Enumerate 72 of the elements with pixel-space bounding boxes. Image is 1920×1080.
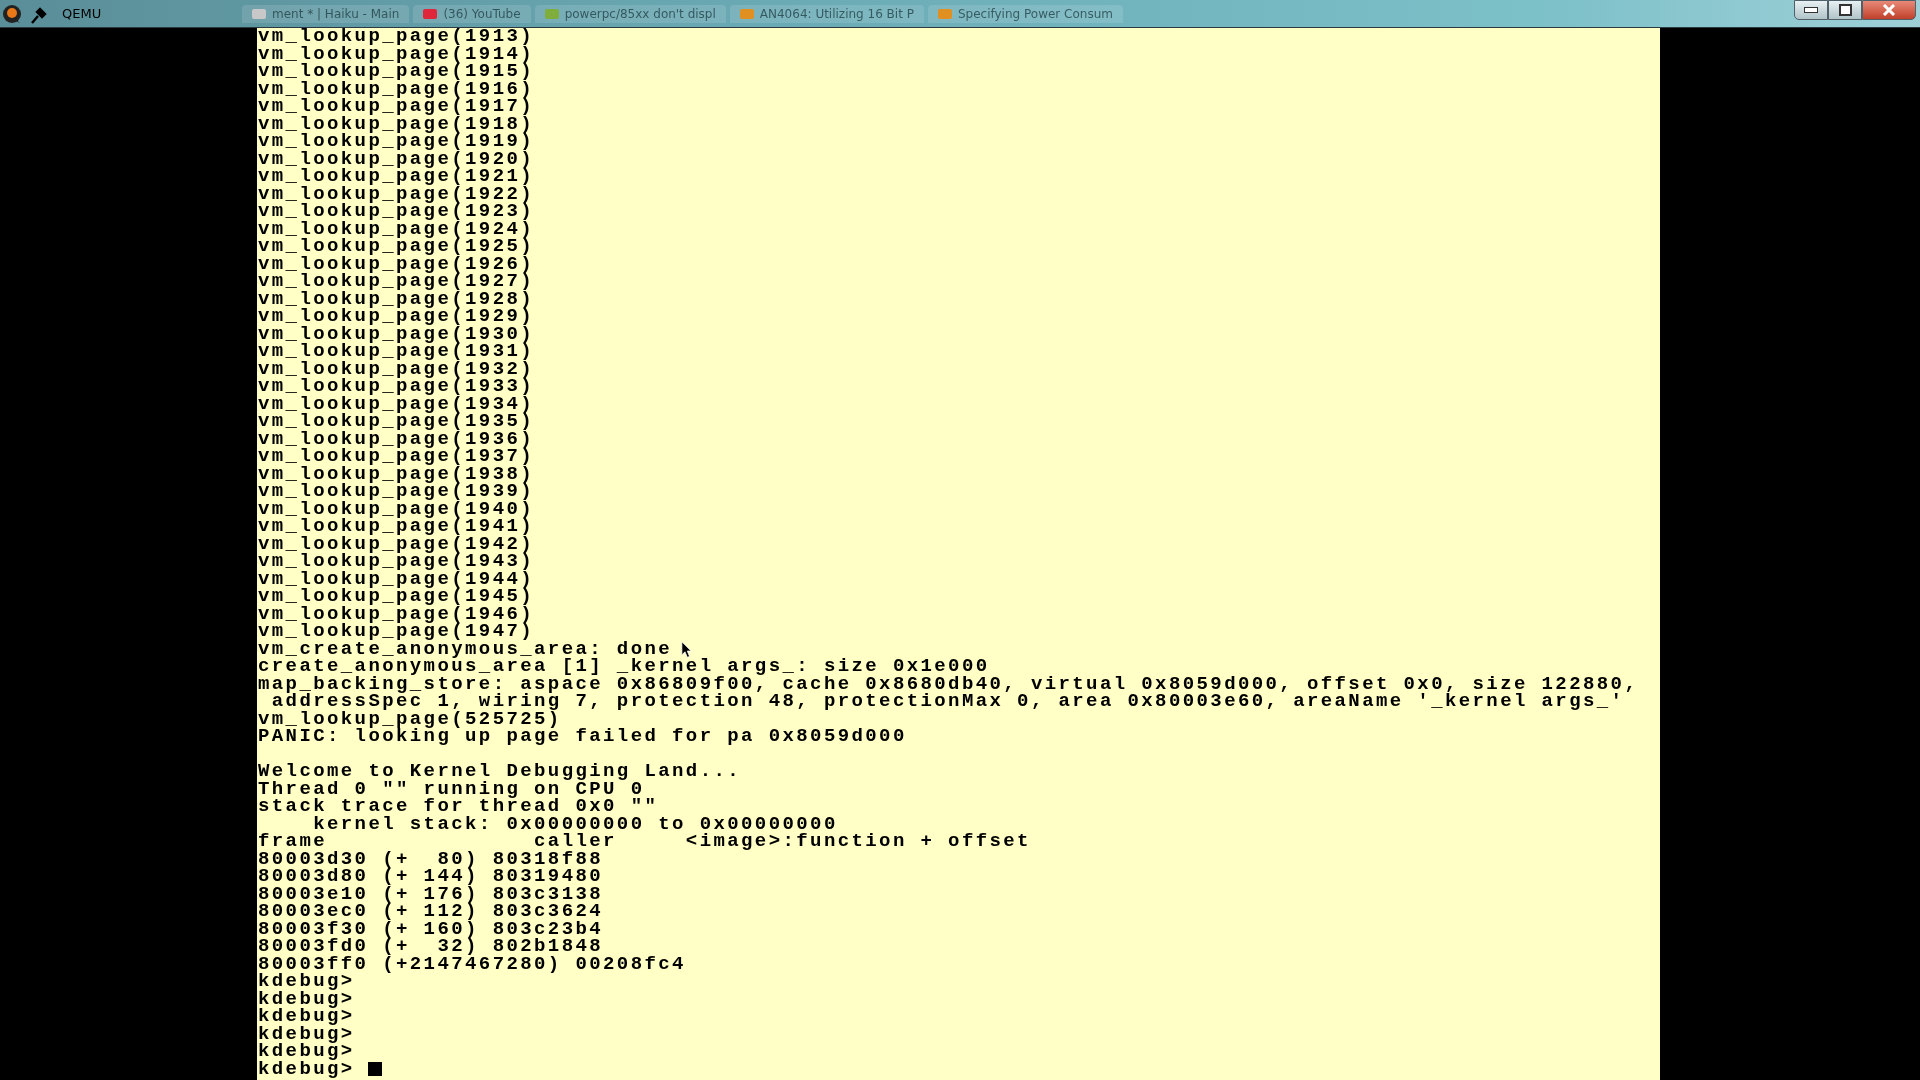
minimize-button[interactable] bbox=[1794, 0, 1828, 20]
console-line: vm_lookup_page(1919) bbox=[258, 133, 535, 151]
console-prompt: kdebug> bbox=[258, 1060, 356, 1078]
console-line: kdebug> bbox=[258, 990, 355, 1008]
console-line: vm_lookup_page(1920) bbox=[258, 150, 535, 168]
console-line: vm_lookup_page(1913) bbox=[258, 28, 535, 46]
console-line: vm_lookup_page(1923) bbox=[258, 203, 535, 221]
console-line: kernel stack: 0x00000000 to 0x00000000 bbox=[313, 815, 838, 833]
console-line: 80003e10 (+ 176) 803c3138 bbox=[258, 885, 604, 903]
close-button[interactable] bbox=[1862, 0, 1916, 20]
console-line: vm_lookup_page(1922) bbox=[258, 185, 535, 203]
console-line: 80003ec0 (+ 112) 803c3624 bbox=[258, 903, 604, 921]
console-line: vm_lookup_page(1931) bbox=[258, 343, 535, 361]
console-line: addressSpec 1, wiring 7, protection 48, protectionMax 0, area 0x80003e60, areaName '_kernel args_' bbox=[271, 693, 1625, 711]
console-line: vm_lookup_page(1941) bbox=[258, 518, 535, 536]
console-line: vm_lookup_page(1915) bbox=[258, 63, 535, 81]
console-line: vm_lookup_page(1939) bbox=[258, 483, 535, 501]
browser-tab[interactable]: Specifying Power Consum bbox=[927, 4, 1123, 23]
console-line: kdebug> bbox=[258, 973, 355, 991]
console-line: vm_lookup_page(1940) bbox=[258, 500, 535, 518]
console-line: map_backing_store: aspace 0x86809f00, cache 0x8680db40, virtual 0x8059d000, offset 0x0, size 122880, bbox=[258, 675, 1639, 693]
console-line: vm_lookup_page(525725) bbox=[258, 710, 562, 728]
console-line: vm_lookup_page(1917) bbox=[258, 98, 535, 116]
close-icon bbox=[1882, 4, 1896, 16]
app-icon bbox=[2, 3, 22, 24]
browser-tab[interactable]: powerpc/85xx don't displ bbox=[534, 4, 726, 23]
console-line: vm_lookup_page(1926) bbox=[258, 255, 535, 273]
console-line: vm_lookup_page(1938) bbox=[258, 465, 535, 483]
mouse-pointer-icon bbox=[681, 641, 692, 658]
console-line: vm_lookup_page(1932) bbox=[258, 360, 535, 378]
console-line: kdebug> bbox=[258, 1025, 355, 1043]
console-line: kdebug> bbox=[258, 1043, 355, 1061]
console-line: PANIC: looking up page failed for pa 0x8059d000 bbox=[258, 728, 907, 746]
console-line: vm_lookup_page(1921) bbox=[258, 168, 535, 186]
console-line: Thread 0 "" running on CPU 0 bbox=[258, 780, 645, 798]
console-line: vm_lookup_page(1925) bbox=[258, 238, 535, 256]
console-line: vm_lookup_page(1918) bbox=[258, 115, 535, 133]
window-title: QEMU bbox=[62, 6, 103, 21]
console-line: 80003d80 (+ 144) 80319480 bbox=[258, 868, 604, 886]
console-line: stack trace for thread 0x0 "" bbox=[258, 798, 659, 816]
console-line: vm_lookup_page(1928) bbox=[258, 290, 535, 308]
console-line: 80003f30 (+ 160) 803c23b4 bbox=[258, 920, 604, 938]
console-line: vm_lookup_page(1935) bbox=[258, 413, 535, 431]
console-line: Welcome to Kernel Debugging Land... bbox=[258, 763, 742, 781]
console-line: vm_lookup_page(1933) bbox=[258, 378, 535, 396]
console-line: vm_create_anonymous_area: done bbox=[258, 640, 673, 658]
console-line: frame caller <image>:function + offset bbox=[258, 833, 1031, 851]
console-line: kdebug> bbox=[258, 1008, 355, 1026]
console-line: 80003d30 (+ 80) 80318f88 bbox=[258, 850, 604, 868]
browser-tab[interactable]: ment * | Haiku - Main bbox=[242, 4, 410, 23]
console-line: vm_lookup_page(1945) bbox=[258, 588, 535, 606]
console-line: vm_lookup_page(1937) bbox=[258, 448, 535, 466]
maximize-button[interactable] bbox=[1828, 0, 1862, 20]
text-cursor bbox=[368, 1062, 383, 1077]
console-line: vm_lookup_page(1936) bbox=[258, 430, 535, 448]
console-line: 80003fd0 (+ 32) 802b1848 bbox=[258, 938, 604, 956]
console-line: vm_lookup_page(1942) bbox=[258, 535, 535, 553]
console-line: vm_lookup_page(1944) bbox=[258, 570, 535, 588]
console-line: vm_lookup_page(1934) bbox=[258, 395, 535, 413]
console-line: vm_lookup_page(1930) bbox=[258, 325, 535, 343]
console-line: vm_lookup_page(1947) bbox=[258, 623, 535, 641]
console-line: 80003ff0 (+2147467280) 00208fc4 bbox=[258, 955, 686, 973]
console-line: vm_lookup_page(1916) bbox=[258, 80, 535, 98]
console-line: vm_lookup_page(1943) bbox=[258, 553, 535, 571]
console-line: vm_lookup_page(1929) bbox=[258, 308, 535, 326]
console-line: vm_lookup_page(1924) bbox=[258, 220, 535, 238]
console-line: create_anonymous_area [1] _kernel args_: size 0x1e000 bbox=[258, 658, 990, 676]
console-line: vm_lookup_page(1927) bbox=[258, 273, 535, 291]
browser-tab[interactable]: AN4064: Utilizing 16 Bit P bbox=[729, 4, 924, 23]
console-line: vm_lookup_page(1914) bbox=[258, 45, 535, 63]
browser-tab[interactable]: (36) YouTube bbox=[413, 4, 531, 23]
console-line: vm_lookup_page(1946) bbox=[258, 605, 535, 623]
